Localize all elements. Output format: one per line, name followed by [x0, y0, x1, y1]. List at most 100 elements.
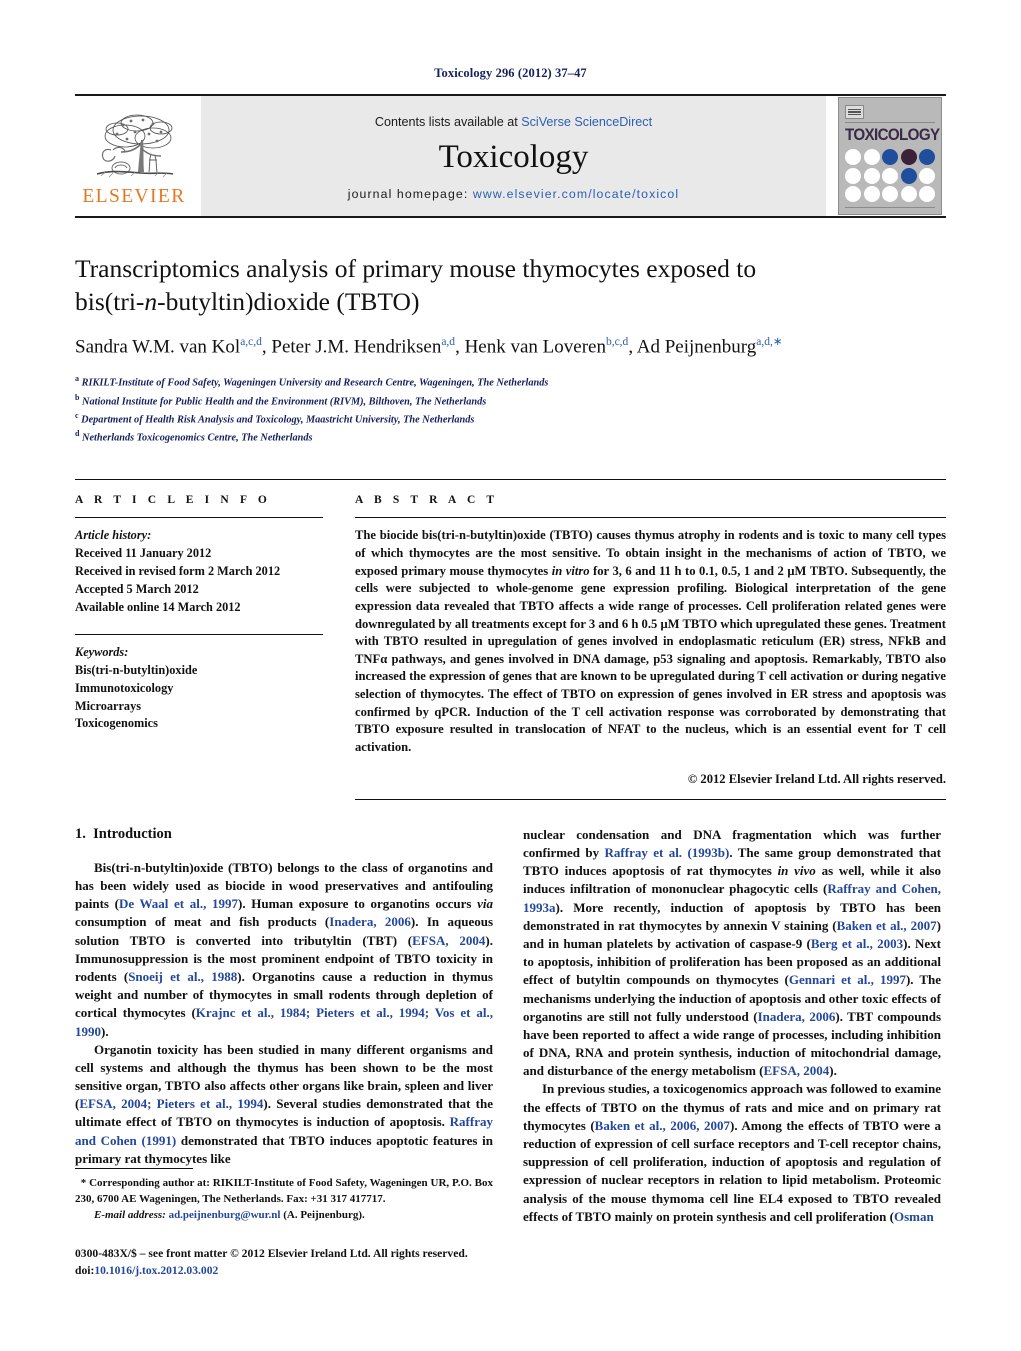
- section-title-text: Introduction: [93, 825, 172, 842]
- author-separator: ,: [455, 336, 465, 358]
- keyword-item: Immunotoxicology: [75, 680, 174, 695]
- abstract-column: A B S T R A C T The biocide bis(tri-n-bu…: [355, 494, 946, 800]
- abstract-rule: [355, 516, 946, 519]
- doi-line: doi:10.1016/j.tox.2012.03.002: [75, 1263, 493, 1280]
- abstract-copyright: © 2012 Elsevier Ireland Ltd. All rights …: [687, 771, 946, 786]
- cover-divider-bottom: [845, 207, 935, 209]
- cover-dot: [919, 167, 935, 184]
- citation-link[interactable]: Osman: [894, 1209, 934, 1224]
- issn-line: 0300-483X/$ – see front matter © 2012 El…: [75, 1247, 468, 1261]
- cover-dot: [882, 149, 898, 166]
- abstract-heading: A B S T R A C T: [355, 493, 499, 506]
- email-owner: (A. Peijnenburg).: [280, 1209, 365, 1222]
- citation-link[interactable]: EFSA, 2004: [412, 933, 485, 948]
- author-affil-marks[interactable]: a,d: [441, 336, 455, 348]
- intro-paragraph-2: Organotin toxicity has been studied in m…: [75, 1041, 493, 1168]
- issn-block: 0300-483X/$ – see front matter © 2012 El…: [75, 1246, 493, 1280]
- journal-homepage-link[interactable]: www.elsevier.com/locate/toxicol: [473, 187, 679, 201]
- cover-dot: [919, 149, 935, 166]
- journal-masthead: ELSEVIER Contents lists available at Sci…: [75, 94, 946, 218]
- article-history-item: Received 11 January 2012: [75, 546, 212, 561]
- cover-dot: [900, 186, 917, 203]
- masthead-center: Contents lists available at SciVerse Sci…: [201, 96, 826, 216]
- cover-logo-icon: [845, 105, 864, 119]
- article-history-item: Accepted 5 March 2012: [75, 581, 199, 596]
- citation-link[interactable]: Baken et al., 2006, 2007: [595, 1118, 730, 1133]
- italic-run: via: [477, 896, 493, 912]
- journal-homepage-line: journal homepage: www.elsevier.com/locat…: [348, 187, 679, 201]
- citation-link[interactable]: Baken et al., 2007: [837, 918, 937, 933]
- affiliation-mark: d: [75, 429, 80, 439]
- author-affil-marks[interactable]: a,c,d: [240, 336, 262, 348]
- citation-link[interactable]: Berg et al., 2003: [811, 936, 903, 951]
- affiliation-text: Department of Health Risk Analysis and T…: [81, 414, 475, 426]
- author-name[interactable]: Peter J.M. Hendriksen: [271, 337, 441, 358]
- article-history-label: Article history:: [75, 528, 152, 543]
- article-info-heading: A R T I C L E I N F O: [75, 493, 271, 506]
- cover-journal-title: TOXICOLOGY: [845, 125, 940, 144]
- article-history-item: Received in revised form 2 March 2012: [75, 564, 281, 579]
- corresponding-author-text: Corresponding author at: RIKILT-Institut…: [75, 1177, 494, 1205]
- affiliation-list: a RIKILT-Institute of Food Safety, Wagen…: [75, 373, 946, 447]
- info-abstract-region: A R T I C L E I N F O Article history: R…: [75, 478, 946, 800]
- article-history-item: Available online 14 March 2012: [75, 599, 241, 614]
- citation-link[interactable]: Gennari et al., 1997: [789, 972, 906, 987]
- affiliation-item: d Netherlands Toxicogenomics Centre, The…: [75, 428, 946, 446]
- author-name[interactable]: Ad Peijnenburg: [637, 337, 756, 358]
- cover-dot: [863, 186, 880, 203]
- article-page: Toxicology 296 (2012) 37–47 ELSEVIER Con…: [0, 0, 1021, 1351]
- cover-card: TOXICOLOGY: [838, 97, 942, 215]
- abstract-italic-in-vitro: in vitro: [551, 563, 590, 578]
- sciencedirect-link[interactable]: SciVerse ScienceDirect: [521, 115, 652, 129]
- article-info-column: A R T I C L E I N F O Article history: R…: [75, 494, 323, 800]
- intro-paragraph-3: In previous studies, a toxicogenomics ap…: [523, 1080, 941, 1226]
- text-run: ). Among the effects of TBTO were a redu…: [523, 1117, 941, 1224]
- cover-dot-grid: [845, 149, 935, 203]
- author-affil-marks[interactable]: b,c,d: [606, 336, 628, 348]
- abstract-part-2: for 3, 6 and 11 h to 0.1, 0.5, 1 and 2 μ…: [355, 563, 947, 754]
- text-run: ). Human exposure to organotins occurs: [238, 896, 478, 912]
- title-line-2a: bis(tri-: [75, 287, 145, 317]
- body-columns: 1. Introduction Bis(tri-n-butyltin)oxide…: [75, 826, 946, 1226]
- citation-link[interactable]: EFSA, 2004; Pieters et al., 1994: [79, 1096, 263, 1111]
- contents-available-line: Contents lists available at SciVerse Sci…: [375, 115, 652, 129]
- citation-link[interactable]: Inadera, 2006: [758, 1009, 836, 1024]
- footnote-region: * Corresponding author at: RIKILT-Instit…: [75, 1168, 493, 1280]
- email-link[interactable]: ad.peijnenburg@wur.nl: [169, 1209, 281, 1221]
- contents-prefix: Contents lists available at: [374, 115, 522, 129]
- keywords-rule: [75, 633, 323, 636]
- text-run: ).: [101, 1023, 109, 1039]
- corresponding-author-marker[interactable]: ∗: [773, 336, 783, 348]
- page-title: Transcriptomics analysis of primary mous…: [75, 252, 946, 318]
- affiliation-text: Netherlands Toxicogenomics Centre, The N…: [82, 432, 313, 444]
- running-head: Toxicology 296 (2012) 37–47: [434, 66, 587, 80]
- author-list: Sandra W.M. van Kola,c,d, Peter J.M. Hen…: [75, 335, 946, 360]
- author-name[interactable]: Henk van Loveren: [465, 337, 606, 358]
- citation-link[interactable]: Snoeij et al., 1988: [128, 969, 237, 984]
- title-block: Transcriptomics analysis of primary mous…: [75, 252, 946, 447]
- keywords-label: Keywords:: [75, 645, 129, 660]
- journal-cover-thumbnail[interactable]: TOXICOLOGY: [834, 96, 946, 216]
- doi-link[interactable]: 10.1016/j.tox.2012.03.002: [94, 1264, 218, 1277]
- affiliation-mark: b: [75, 392, 80, 402]
- citation-link[interactable]: EFSA, 2004: [764, 1063, 830, 1078]
- citation-link[interactable]: Raffray et al. (1993b): [605, 845, 730, 860]
- homepage-prefix: journal homepage:: [347, 187, 473, 201]
- section-heading-introduction: 1. Introduction: [75, 826, 493, 843]
- author-name[interactable]: Sandra W.M. van Kol: [75, 337, 240, 358]
- footnote-divider: [75, 1168, 193, 1170]
- email-note: E-mail address: ad.peijnenburg@wur.nl (A…: [75, 1208, 493, 1224]
- doi-label: doi:: [75, 1263, 95, 1277]
- author-separator: ,: [628, 336, 637, 358]
- body-column-left: 1. Introduction Bis(tri-n-butyltin)oxide…: [75, 826, 493, 1226]
- section-number: 1.: [75, 825, 86, 842]
- corresponding-author-note: * Corresponding author at: RIKILT-Instit…: [75, 1176, 493, 1207]
- cover-dot: [900, 167, 917, 184]
- elsevier-logo: ELSEVIER: [75, 96, 193, 216]
- author-separator: ,: [261, 336, 272, 358]
- author-affil-marks[interactable]: a,d,: [756, 336, 773, 348]
- body-column-right: nuclear condensation and DNA fragmentati…: [523, 826, 941, 1226]
- citation-link[interactable]: De Waal et al., 1997: [119, 896, 238, 911]
- cover-dot: [845, 149, 861, 166]
- citation-link[interactable]: Inadera, 2006: [329, 914, 411, 929]
